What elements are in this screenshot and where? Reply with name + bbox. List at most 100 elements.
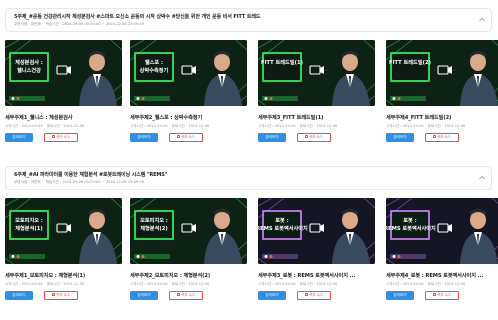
- thumb-caption-line1: 체성분검사 :: [15, 58, 43, 66]
- quiz-button[interactable]: 퀴즈 0/1: [169, 133, 203, 142]
- lecture-dates: 시작시간 : 2024-09-06 종료시간 : 2024-12-06: [258, 124, 341, 129]
- quiz-label: 퀴즈 0/1: [181, 135, 195, 139]
- lecture-title[interactable]: 세부주제3_로봇 : REMS 로봇엑서사이지 ...: [258, 272, 355, 279]
- lecture-title[interactable]: 세부주제1_웰니스 : 체성분검사: [5, 114, 73, 121]
- lecture-title[interactable]: 세부주제2_웰스포 : 상박수측정기: [130, 114, 202, 121]
- thumb-caption-line2: REMS 로봇엑서사이지: [386, 224, 436, 232]
- thumb-caption-line1: FITT 트레드밀(1): [261, 58, 303, 66]
- lecture-thumbnail: 로봇 : REMS 로봇엑서사이지: [258, 198, 375, 264]
- thumb-caption-line2: 체형분석(1): [15, 224, 42, 232]
- quiz-icon: [177, 293, 181, 297]
- thumb-caption-line1: FITT 트레드밀(2): [389, 58, 431, 66]
- lecture-end-date: 종료시간 : 2024-12-06: [427, 124, 466, 128]
- watch-lecture-button[interactable]: 강의보기: [386, 133, 414, 142]
- quiz-icon: [305, 135, 309, 139]
- quiz-button[interactable]: 퀴즈 0/1: [297, 291, 331, 300]
- watch-lecture-button[interactable]: 강의보기: [130, 291, 158, 300]
- watch-lecture-button[interactable]: 강의보기: [258, 291, 286, 300]
- lecture-start-date: 시작시간 : 2024-09-06: [386, 124, 424, 128]
- thumb-caption-line2: 체형분석(2): [140, 224, 167, 232]
- lecture-end-date: 종료시간 : 2024-12-06: [171, 282, 210, 286]
- lecture-thumbnail-link[interactable]: 모토피지오 : 체형분석(1): [5, 198, 122, 264]
- watch-lecture-button[interactable]: 강의보기: [5, 291, 33, 300]
- quiz-button[interactable]: 퀴즈 0/1: [425, 133, 459, 142]
- lecture-thumbnail-link[interactable]: FITT 트레드밀(2): [386, 40, 498, 106]
- watch-lecture-button[interactable]: 강의보기: [5, 133, 33, 142]
- lecture-thumbnail: 모토피지오 : 체형분석(2): [130, 198, 247, 264]
- lecture-card: 로봇 : REMS 로봇엑서사이지 세부주제4_로봇 : REMS 로봇엑서사이…: [386, 198, 498, 302]
- lecture-thumbnail-link[interactable]: 모토피지오 : 체형분석(2): [130, 198, 247, 264]
- lecture-thumbnail: 로봇 : REMS 로봇엑서사이지: [386, 198, 498, 264]
- lecture-card: 체성분검사 : 웰니스건강 세부주제1_웰니스 : 체성분검사시작시간 : 20…: [5, 40, 122, 144]
- lecture-thumbnail-link[interactable]: 로봇 : REMS 로봇엑서사이지: [258, 198, 375, 264]
- thumb-caption-line2: 웰니스건강: [17, 66, 41, 74]
- section-period: 학습기간 : 2024-09-06 00:00:00 ~ 2024-12-06 …: [45, 180, 144, 184]
- lecture-thumbnail-link[interactable]: 웰스포 : 상박수측정기: [130, 40, 247, 106]
- quiz-button[interactable]: 퀴즈 0/1: [44, 291, 78, 300]
- quiz-label: 퀴즈 0/1: [309, 293, 323, 297]
- watch-lecture-button[interactable]: 강의보기: [130, 133, 158, 142]
- lecture-title[interactable]: 세부주제4_로봇 : REMS 로봇엑서사이지 ...: [386, 272, 483, 279]
- lecture-start-date: 시작시간 : 2024-09-06: [130, 124, 168, 128]
- lecture-dates: 시작시간 : 2024-09-06 종료시간 : 2024-12-06: [386, 282, 469, 287]
- lecture-card: FITT 트레드밀(1) 세부주제3_FITT 트레드밀(1) 시작시간 : 20…: [258, 40, 375, 144]
- quiz-button[interactable]: 퀴즈 0/1: [169, 291, 203, 300]
- section-meta: 교안서명 : 이민희 학습기간 : 2024-09-06 00:00:00 ~ 2…: [14, 180, 149, 185]
- lecture-start-date: 시작시간 : 2024-09-06: [386, 282, 424, 286]
- lecture-end-date: 종료시간 : 2024-12-06: [427, 282, 466, 286]
- lecture-thumbnail-link[interactable]: FITT 트레드밀(1): [258, 40, 375, 106]
- quiz-button[interactable]: 퀴즈 0/1: [297, 133, 331, 142]
- watch-lecture-button[interactable]: 강의보기: [258, 133, 286, 142]
- thumb-caption-line1: 로봇 :: [275, 216, 288, 224]
- lecture-card: 모토피지오 : 체형분석(2) 세부주제2_모토피지오 : 체형분석(2) 시작시…: [130, 198, 247, 302]
- lecture-thumbnail: FITT 트레드밀(1): [258, 40, 375, 106]
- lecture-card: FITT 트레드밀(2) 세부주제4_FITT 트레드밀(2) 시작시간 : 20…: [386, 40, 498, 144]
- section-header[interactable]: 6주제_#AI 파라미터를 이용한 체험분석 #로봇트레이닝 시스템 "REMS…: [5, 166, 492, 190]
- watch-lecture-button[interactable]: 강의보기: [386, 291, 414, 300]
- quiz-label: 퀴즈 0/1: [437, 135, 451, 139]
- thumb-caption-line1: 웰스포 :: [145, 58, 163, 66]
- lecture-end-date: 종료시간 : 2024-12-06: [299, 282, 338, 286]
- lecture-title[interactable]: 세부주제1_모토피지오 : 체형분석(1): [5, 272, 85, 279]
- quiz-label: 퀴즈 0/1: [181, 293, 195, 297]
- section-header[interactable]: 5주제_#운동 건강관리시작 체성분검사 #스마트 오신소 운동의 시작 상박수…: [5, 8, 492, 32]
- quiz-label: 퀴즈 0/1: [309, 135, 323, 139]
- lecture-thumbnail: FITT 트레드밀(2): [386, 40, 498, 106]
- lecture-card: 로봇 : REMS 로봇엑서사이지 세부주제3_로봇 : REMS 로봇엑서사이…: [258, 198, 375, 302]
- quiz-icon: [433, 135, 437, 139]
- quiz-icon: [52, 135, 56, 139]
- section-instructor: 교안서명 : 이민희: [14, 22, 41, 26]
- lecture-start-date: 시작시간 : 2024-09-06: [258, 124, 296, 128]
- lecture-dates: 시작시간 : 2024-09-06 종료시간 : 2024-12-06: [130, 282, 213, 287]
- lecture-end-date: 종료시간 : 2024-12-06: [299, 124, 338, 128]
- chevron-up-icon[interactable]: [479, 17, 485, 23]
- thumb-caption-line1: 모토피지오 :: [140, 216, 168, 224]
- section-instructor: 교안서명 : 이민희: [14, 180, 41, 184]
- lecture-title[interactable]: 세부주제3_FITT 트레드밀(1): [258, 114, 324, 121]
- course-section: 6주제_#AI 파라미터를 이용한 체험분석 #로봇트레이닝 시스템 "REMS…: [5, 166, 498, 316]
- quiz-label: 퀴즈 0/1: [56, 293, 70, 297]
- lecture-card: 웰스포 : 상박수측정기 세부주제2_웰스포 : 상박수측정기시작시간 : 20…: [130, 40, 247, 144]
- thumb-caption-line1: 모토피지오 :: [15, 216, 43, 224]
- lecture-thumbnail: 웰스포 : 상박수측정기: [130, 40, 247, 106]
- lecture-title[interactable]: 세부주제4_FITT 트레드밀(2): [386, 114, 452, 121]
- quiz-button[interactable]: 퀴즈 0/1: [44, 133, 78, 142]
- chevron-up-icon[interactable]: [479, 175, 485, 181]
- quiz-icon: [433, 293, 437, 297]
- quiz-icon: [52, 293, 56, 297]
- quiz-label: 퀴즈 0/1: [56, 135, 70, 139]
- lecture-start-date: 시작시간 : 2024-09-06: [5, 124, 43, 128]
- quiz-button[interactable]: 퀴즈 0/1: [425, 291, 459, 300]
- quiz-label: 퀴즈 0/1: [437, 293, 451, 297]
- lecture-thumbnail-link[interactable]: 체성분검사 : 웰니스건강: [5, 40, 122, 106]
- lecture-title[interactable]: 세부주제2_모토피지오 : 체형분석(2): [130, 272, 210, 279]
- lecture-start-date: 시작시간 : 2024-09-06: [130, 282, 168, 286]
- lecture-dates: 시작시간 : 2024-09-06 종료시간 : 2024-12-06: [258, 282, 341, 287]
- quiz-icon: [177, 135, 181, 139]
- lecture-end-date: 종료시간 : 2024-12-06: [46, 282, 85, 286]
- thumb-caption-line1: 로봇 :: [403, 216, 416, 224]
- lecture-dates: 시작시간 : 2024-09-06 종료시간 : 2024-12-06: [5, 124, 88, 129]
- lecture-dates: 시작시간 : 2024-09-06 종료시간 : 2024-12-06: [130, 124, 213, 129]
- lecture-start-date: 시작시간 : 2024-09-06: [5, 282, 43, 286]
- lecture-thumbnail-link[interactable]: 로봇 : REMS 로봇엑서사이지: [386, 198, 498, 264]
